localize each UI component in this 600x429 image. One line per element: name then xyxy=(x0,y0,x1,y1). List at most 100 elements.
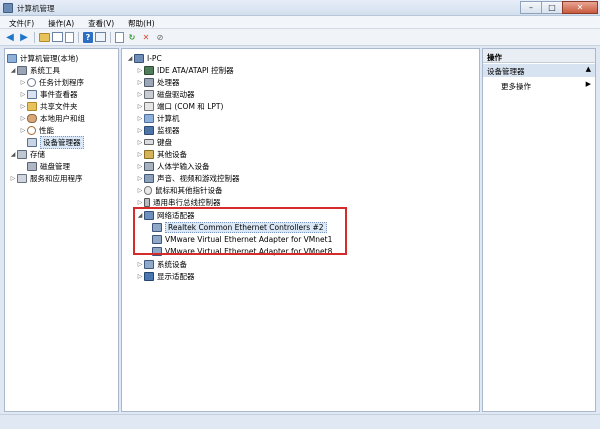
menu-action[interactable]: 操作(A) xyxy=(39,16,79,28)
expand-icon[interactable]: ▷ xyxy=(136,103,144,110)
other-devices-icon xyxy=(144,149,154,159)
window-controls: – □ ✕ xyxy=(520,1,598,14)
device-category[interactable]: ▷ 系统设备 xyxy=(136,258,187,270)
help-icon[interactable]: ? xyxy=(83,31,93,43)
maximize-button[interactable]: □ xyxy=(541,1,563,14)
mouse-icon xyxy=(144,185,152,195)
tree-item-label: 共享文件夹 xyxy=(40,101,78,111)
tree-item-event-viewer[interactable]: ▷ 事件查看器 xyxy=(19,88,78,100)
collapse-icon[interactable]: ◢ xyxy=(9,67,17,74)
users-icon xyxy=(27,113,37,123)
device-category[interactable]: ▷ 端口 (COM 和 LPT) xyxy=(136,100,223,112)
minimize-button[interactable]: – xyxy=(520,1,542,14)
back-arrow-icon[interactable]: ◀ xyxy=(4,31,16,43)
tree-item-local-users[interactable]: ▷ 本地用户和组 xyxy=(19,112,85,124)
toolbar: ◀ ▶ ? ↻ ✕ ⊘ xyxy=(0,29,600,46)
device-category[interactable]: ▷ 监视器 xyxy=(136,124,180,136)
tree-item-label: 磁盘管理 xyxy=(40,161,70,171)
device-category[interactable]: ▷ IDE ATA/ATAPI 控制器 xyxy=(136,64,234,76)
device-category[interactable]: ▷ 鼠标和其他指针设备 xyxy=(136,184,223,196)
actions-section-device-manager[interactable]: 设备管理器 ▲ xyxy=(483,64,595,77)
display-adapter-icon xyxy=(144,271,154,281)
submenu-arrow-icon: ▶ xyxy=(585,80,591,88)
title-bar: 计算机管理 – □ ✕ xyxy=(0,0,600,16)
scan-hardware-icon[interactable]: ↻ xyxy=(126,31,138,43)
expand-icon[interactable]: ▷ xyxy=(136,127,144,134)
expand-icon[interactable]: ▷ xyxy=(136,67,144,74)
device-root[interactable]: ◢ I-PC xyxy=(126,52,162,64)
expand-icon[interactable]: ▷ xyxy=(9,175,17,182)
tree-item-disk-management[interactable]: 磁盘管理 xyxy=(27,160,70,172)
device-category-label: 计算机 xyxy=(157,113,180,123)
device-category[interactable]: ▷ 磁盘驱动器 xyxy=(136,88,195,100)
device-category-label: 显示适配器 xyxy=(157,271,195,281)
menu-view[interactable]: 查看(V) xyxy=(79,16,119,28)
device-category[interactable]: ▷ 键盘 xyxy=(136,136,172,148)
properties-icon[interactable] xyxy=(65,31,74,43)
collapse-icon[interactable]: ▲ xyxy=(586,65,591,73)
tree-item-storage[interactable]: ◢ 存储 xyxy=(9,148,45,160)
expand-icon[interactable]: ▷ xyxy=(136,151,144,158)
toolbar-separator xyxy=(34,31,35,43)
expand-icon[interactable]: ▷ xyxy=(136,163,144,170)
tree-item-label: 性能 xyxy=(39,125,54,135)
uninstall-icon[interactable]: ✕ xyxy=(140,31,152,43)
tree-item-system-tools[interactable]: ◢ 系统工具 xyxy=(9,64,60,76)
up-folder-icon[interactable] xyxy=(39,32,50,42)
tree-item-label: 服务和应用程序 xyxy=(30,173,83,183)
collapse-icon[interactable]: ◢ xyxy=(126,55,134,62)
computer-icon xyxy=(144,113,154,123)
tree-item-shared-folders[interactable]: ▷ 共享文件夹 xyxy=(19,100,78,112)
device-category[interactable]: ▷ 声音、视频和游戏控制器 xyxy=(136,172,240,184)
device-category[interactable]: ▷ 处理器 xyxy=(136,76,180,88)
tree-item-task-scheduler[interactable]: ▷ 任务计划程序 xyxy=(19,76,84,88)
more-actions-label: 更多操作 xyxy=(501,82,531,91)
menu-file[interactable]: 文件(F) xyxy=(0,16,39,28)
expand-icon[interactable]: ▷ xyxy=(19,91,27,98)
device-category-label: 声音、视频和游戏控制器 xyxy=(157,173,240,183)
tree-item-label: 计算机管理(本地) xyxy=(20,53,79,63)
expand-icon[interactable]: ▷ xyxy=(136,91,144,98)
tree-item-performance[interactable]: ▷ 性能 xyxy=(19,124,54,136)
device-category[interactable]: ▷ 人体学输入设备 xyxy=(136,160,210,172)
expand-icon[interactable]: ▷ xyxy=(136,187,144,194)
usb-icon xyxy=(144,197,150,207)
device-category[interactable]: ▷ 其他设备 xyxy=(136,148,187,160)
expand-icon[interactable]: ▷ xyxy=(19,103,27,110)
expand-icon[interactable]: ▷ xyxy=(136,261,144,268)
expand-icon[interactable]: ▷ xyxy=(136,139,144,146)
expand-icon[interactable]: ▷ xyxy=(136,199,144,206)
menu-help[interactable]: 帮助(H) xyxy=(119,16,160,28)
view-list-icon[interactable] xyxy=(95,32,106,42)
more-actions-item[interactable]: 更多操作 ▶ xyxy=(483,79,595,91)
expand-icon[interactable]: ▷ xyxy=(136,115,144,122)
tree-item-label: 本地用户和组 xyxy=(40,113,85,123)
device-category-label: 其他设备 xyxy=(157,149,187,159)
show-hide-tree-icon[interactable] xyxy=(52,32,63,42)
tree-item-label: 存储 xyxy=(30,149,45,159)
tree-item-services-apps[interactable]: ▷ 服务和应用程序 xyxy=(9,172,83,184)
monitor-icon xyxy=(144,125,154,135)
expand-icon[interactable]: ▷ xyxy=(19,115,27,122)
disable-icon[interactable]: ⊘ xyxy=(154,31,166,43)
processor-icon xyxy=(144,77,154,87)
export-icon[interactable] xyxy=(115,31,124,43)
close-button[interactable]: ✕ xyxy=(562,1,598,14)
device-category[interactable]: ▷ 计算机 xyxy=(136,112,180,124)
expand-icon[interactable]: ▷ xyxy=(136,175,144,182)
collapse-icon[interactable]: ◢ xyxy=(9,151,17,158)
device-category-label: 系统设备 xyxy=(157,259,187,269)
tree-item-device-manager[interactable]: 设备管理器 xyxy=(27,135,84,149)
device-category[interactable]: ▷ 显示适配器 xyxy=(136,270,195,282)
device-root-label: I-PC xyxy=(147,53,162,63)
actions-pane: 操作 设备管理器 ▲ 更多操作 ▶ xyxy=(482,48,596,412)
forward-arrow-icon[interactable]: ▶ xyxy=(18,31,30,43)
expand-icon[interactable]: ▷ xyxy=(19,127,27,134)
toolbar-separator xyxy=(110,31,111,43)
expand-icon[interactable]: ▷ xyxy=(136,273,144,280)
tree-item-computer-management[interactable]: 计算机管理(本地) xyxy=(7,52,78,64)
expand-icon[interactable]: ▷ xyxy=(136,79,144,86)
computer-management-icon xyxy=(3,3,13,13)
device-category-label: 鼠标和其他指针设备 xyxy=(155,185,223,195)
expand-icon[interactable]: ▷ xyxy=(19,79,27,86)
